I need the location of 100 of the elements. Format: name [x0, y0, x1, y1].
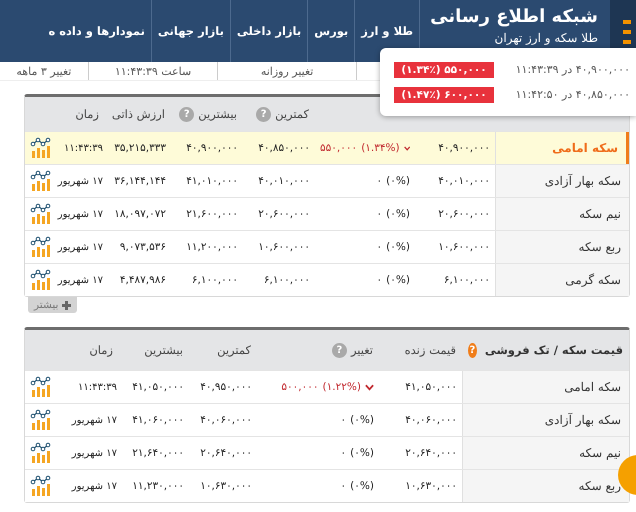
chart-icon[interactable] — [30, 203, 52, 225]
info-label: تغییر روزانه — [260, 64, 314, 78]
min-cell-text: ۴۰,۰۱۰,۰۰۰ — [257, 174, 311, 189]
max-cell-text: ۴۰,۹۰۰,۰۰۰ — [185, 141, 239, 156]
table-row[interactable]: نیم سکه ۲۰,۶۰۰,۰۰۰ (۰%) ۰ ۲۰,۶۰۰,۰۰۰ ۲۱,۶۰۰,۰۰۰ ۱۸,۰۹۷,۰۷۲ ۱۷ شهریور — [25, 197, 629, 230]
coin-name[interactable]: سکه گرمی — [495, 264, 629, 296]
change-amount: ۰ — [376, 208, 382, 220]
max-cell-text: ۴۱,۰۶۰,۰۰۰ — [131, 413, 185, 428]
price-time: ۴۰,۸۵۰,۰۰۰ در ۱۱:۴۲:۵۰ — [516, 88, 630, 101]
price-cell-text: ۱۰,۶۳۰,۰۰۰ — [404, 479, 458, 494]
max-cell-text: ۴۱,۰۱۰,۰۰۰ — [185, 174, 239, 189]
change-percent: (۱.۲۲%) — [322, 381, 361, 393]
table-row[interactable]: سکه امامی ۴۰,۹۰۰,۰۰۰ (۱.۳۴%) ۵۵۰,۰۰۰ ۴۰,۸۵۰,۰۰۰ ۴۰,۹۰۰,۰۰۰ ۳۵,۲۱۵,۳۳۳ ۱۱:۴۳:۳۹ — [25, 131, 629, 164]
column-header: کمترین — [217, 343, 251, 357]
chart-icon[interactable] — [30, 269, 52, 291]
max-cell-text: ۲۱,۶۴۰,۰۰۰ — [131, 446, 185, 461]
max-cell-text: ۶,۱۰۰,۰۰۰ — [190, 273, 239, 288]
change-percent: (۰%) — [386, 208, 410, 220]
change-amount: ۰ — [340, 447, 346, 459]
nav-tab[interactable]: بازار داخلی — [230, 0, 308, 62]
change-badge: ۵۵۰,۰۰۰ (۱.۳۴٪) — [394, 62, 494, 78]
change-amount: ۵۵۰,۰۰۰ — [320, 142, 358, 154]
max-cell-text: ۱۱,۲۳۰,۰۰۰ — [131, 479, 185, 494]
intrinsic-cell-text: ۳۶,۱۴۴,۱۴۴ — [113, 174, 167, 189]
chart-icon[interactable] — [30, 376, 52, 398]
table-row[interactable]: سکه بهار آزادی ۴۰,۰۶۰,۰۰۰ (۰%) ۰ ۴۰,۰۶۰,۰۰۰ ۴۱,۰۶۰,۰۰۰ ۱۷ شهریور — [25, 403, 629, 436]
max-cell-text: ۲۱,۶۰۰,۰۰۰ — [185, 207, 239, 222]
info-label: تغییر ۳ ماهه — [16, 64, 72, 78]
min-cell-text: ۴۰,۰۶۰,۰۰۰ — [199, 413, 253, 428]
time-cell-text: ۱۷ شهریور — [70, 414, 118, 428]
nav-tab[interactable]: بازار جهانی — [152, 0, 231, 62]
nav-tab[interactable]: بورس — [308, 0, 356, 62]
column-header: بیشترین — [198, 107, 237, 121]
min-cell-text: ۴۰,۸۵۰,۰۰۰ — [257, 141, 311, 156]
table-row[interactable]: سکه بهار آزادی ۴۰,۰۱۰,۰۰۰ (۰%) ۰ ۴۰,۰۱۰,۰۰۰ ۴۱,۰۱۰,۰۰۰ ۳۶,۱۴۴,۱۴۴ ۱۷ شهریور — [25, 164, 629, 197]
change-percent: (۰%) — [386, 175, 410, 187]
price-cell-text: ۴۱,۰۵۰,۰۰۰ — [404, 380, 458, 395]
min-cell-text: ۴۰,۹۵۰,۰۰۰ — [199, 380, 253, 395]
column-header: ارزش ذاتی — [112, 107, 165, 121]
table-row[interactable]: نیم سکه ۲۰,۶۴۰,۰۰۰ (۰%) ۰ ۲۰,۶۴۰,۰۰۰ ۲۱,۶۴۰,۰۰۰ ۱۷ شهریور — [25, 436, 629, 469]
table-title: قیمت سکه / تک فروشی — [484, 343, 623, 357]
column-header: بیشترین — [144, 343, 183, 357]
change-badge: ۶۰۰,۰۰۰ (۱.۴۷٪) — [394, 86, 494, 102]
time-cell-text: ۱۱:۴۳:۳۹ — [63, 142, 104, 156]
time-cell-text: ۱۷ شهریور — [70, 446, 118, 460]
table-row[interactable]: ربع سکه ۱۰,۶۰۰,۰۰۰ (۰%) ۰ ۱۰,۶۰۰,۰۰۰ ۱۱,۲۰۰,۰۰۰ ۹,۰۷۳,۵۳۶ ۱۷ شهریور — [25, 230, 629, 263]
chart-icon[interactable] — [30, 236, 52, 258]
table-row[interactable]: سکه گرمی ۶,۱۰۰,۰۰۰ (۰%) ۰ ۶,۱۰۰,۰۰۰ ۶,۱۰۰,۰۰۰ ۴,۴۸۷,۹۸۶ ۱۷ شهریور — [25, 263, 629, 296]
nav-tab[interactable]: نمودارها و داده ه — [42, 0, 152, 62]
chart-icon[interactable] — [30, 475, 52, 497]
change-amount: ۰ — [376, 274, 382, 286]
coin-name[interactable]: سکه بهار آزادی — [495, 165, 629, 197]
max-cell-text: ۱۱,۲۰۰,۰۰۰ — [185, 240, 239, 255]
info-label: ساعت ۱۱:۴۳:۳۹ — [114, 64, 192, 78]
change-percent: (۰%) — [350, 480, 374, 492]
change-percent: (۱.۳۴%) — [361, 142, 400, 154]
coin-name[interactable]: سکه امامی — [462, 371, 629, 403]
column-header: زمان — [75, 107, 99, 121]
chart-icon[interactable] — [30, 442, 52, 464]
intrinsic-cell-text: ۹,۰۷۳,۵۳۶ — [118, 240, 167, 255]
min-cell-text: ۲۰,۶۴۰,۰۰۰ — [199, 446, 253, 461]
time-cell-text: ۱۷ شهریور — [57, 240, 104, 254]
price-time: ۴۰,۹۰۰,۰۰۰ در ۱۱:۴۳:۳۹ — [516, 63, 630, 76]
change-amount: ۰ — [340, 414, 346, 426]
site-subtitle: طلا سکه و ارز تهران — [494, 31, 598, 45]
time-cell-text: ۱۷ شهریور — [57, 208, 104, 222]
price-cell-text: ۶,۱۰۰,۰۰۰ — [442, 273, 491, 288]
price-cell-text: ۱۰,۶۰۰,۰۰۰ — [437, 240, 491, 255]
chart-icon[interactable] — [30, 170, 52, 192]
min-cell-text: ۱۰,۶۰۰,۰۰۰ — [257, 240, 311, 255]
time-cell-text: ۱۷ شهریور — [57, 274, 104, 288]
change-amount: ۰ — [376, 241, 382, 253]
change-amount: ۰ — [340, 480, 346, 492]
price-cell-text: ۴۰,۹۰۰,۰۰۰ — [437, 141, 491, 156]
column-header: قیمت زنده — [404, 343, 456, 357]
table-row[interactable]: ربع سکه ۱۰,۶۳۰,۰۰۰ (۰%) ۰ ۱۰,۶۳۰,۰۰۰ ۱۱,۲۳۰,۰۰۰ ۱۷ شهریور — [25, 469, 629, 502]
menu-icon[interactable] — [623, 20, 631, 44]
chart-icon[interactable] — [30, 137, 52, 159]
price-cell-text: ۲۰,۶۰۰,۰۰۰ — [437, 207, 491, 222]
chart-icon[interactable] — [30, 409, 52, 431]
coin-name[interactable]: سکه بهار آزادی — [462, 404, 629, 436]
min-cell-text: ۲۰,۶۰۰,۰۰۰ — [257, 207, 311, 222]
coin-name[interactable]: نیم سکه — [462, 437, 629, 469]
column-header: تغییر — [350, 343, 373, 357]
change-percent: (۰%) — [350, 447, 374, 459]
coin-name[interactable]: نیم سکه — [495, 198, 629, 230]
coin-name[interactable]: ربع سکه — [495, 231, 629, 263]
intrinsic-cell-text: ۴,۴۸۷,۹۸۶ — [118, 273, 167, 288]
column-header: کمترین — [275, 107, 309, 121]
coin-name[interactable]: ربع سکه — [462, 470, 629, 502]
table-row[interactable]: سکه امامی ۴۱,۰۵۰,۰۰۰ (۱.۲۲%) ۵۰۰,۰۰۰ ۴۰,۹۵۰,۰۰۰ ۴۱,۰۵۰,۰۰۰ ۱۱:۴۳:۳۹ — [25, 370, 629, 403]
intrinsic-cell-text: ۳۵,۲۱۵,۳۳۳ — [113, 141, 167, 156]
change-percent: (۰%) — [350, 414, 374, 426]
site-title[interactable]: شبکه اطلاع رسانی — [430, 6, 598, 27]
change-percent: (۰%) — [386, 241, 410, 253]
change-amount: ۰ — [376, 175, 382, 187]
intrinsic-cell-text: ۱۸,۰۹۷,۰۷۲ — [113, 207, 167, 222]
min-cell-text: ۱۰,۶۳۰,۰۰۰ — [199, 479, 253, 494]
time-cell-text: ۱۷ شهریور — [70, 480, 118, 494]
time-cell-text: ۱۷ شهریور — [57, 174, 104, 188]
